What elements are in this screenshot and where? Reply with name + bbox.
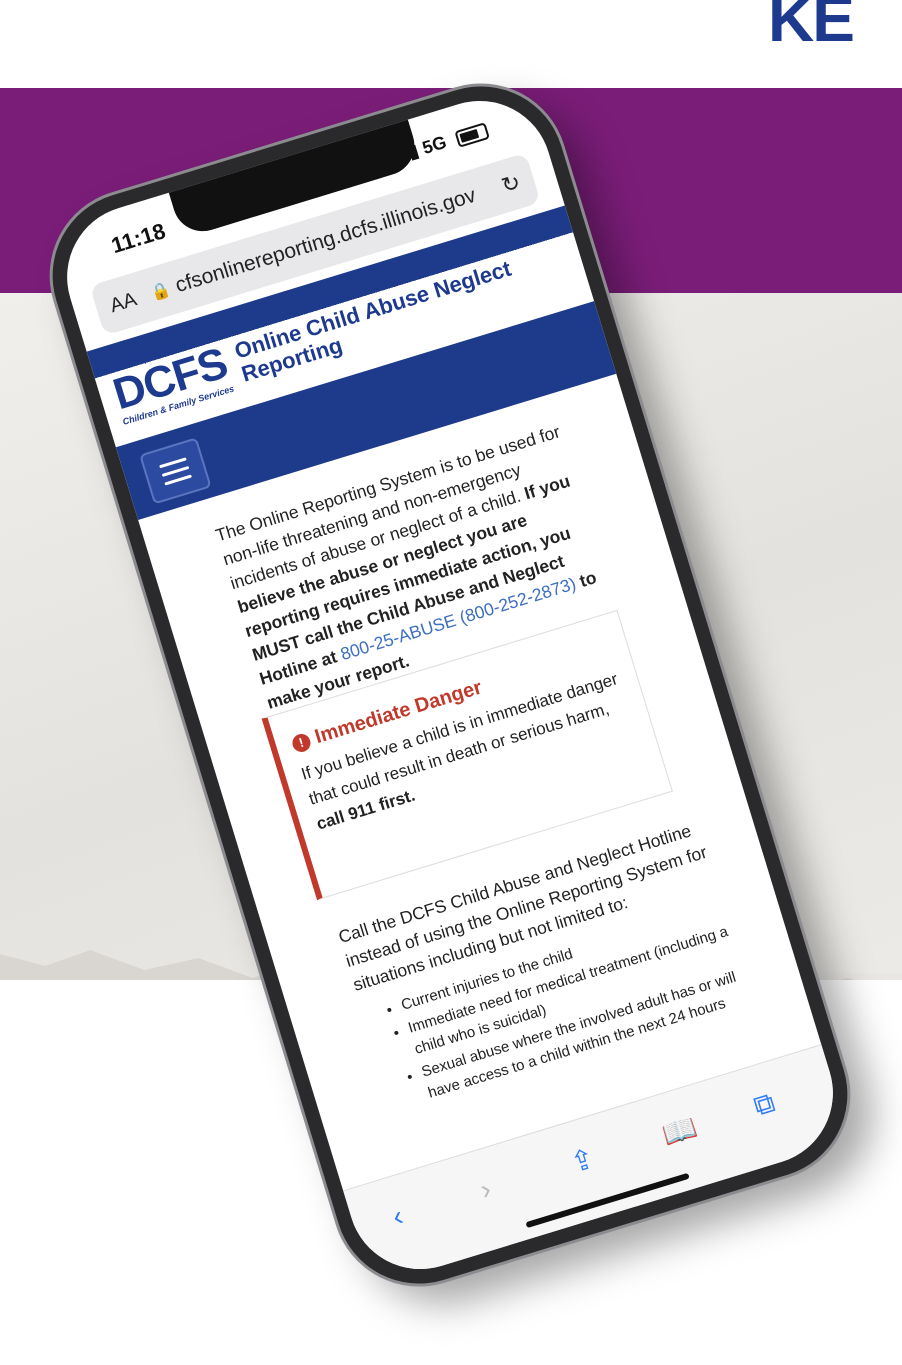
menu-line-icon: [164, 474, 192, 486]
alert-icon: !: [290, 731, 313, 754]
network-label: 5G: [419, 131, 449, 159]
lock-icon: 🔒: [149, 280, 174, 303]
hamburger-menu-button[interactable]: [139, 437, 212, 505]
background-top: [0, 0, 902, 90]
text-size-button[interactable]: AA: [107, 288, 139, 318]
back-icon[interactable]: ‹: [389, 1200, 407, 1233]
share-icon[interactable]: ⇪: [567, 1141, 599, 1179]
menu-line-icon: [158, 456, 187, 468]
tabs-icon[interactable]: ⧉: [750, 1086, 779, 1123]
bookmarks-icon[interactable]: 📖: [658, 1110, 701, 1152]
menu-line-icon: [161, 465, 190, 477]
corner-logo: KE: [768, 0, 855, 55]
forward-icon[interactable]: ›: [477, 1173, 495, 1206]
status-time: 11:18: [108, 218, 169, 259]
battery-icon: [454, 121, 490, 148]
